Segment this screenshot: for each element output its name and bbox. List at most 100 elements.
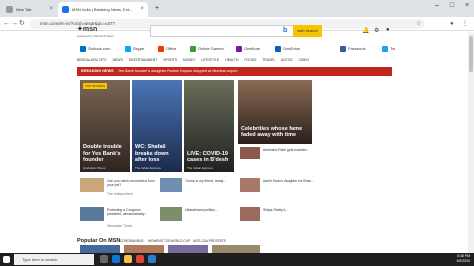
- nav-health[interactable]: HEALTH: [225, 58, 238, 62]
- story-caption: Double trouble for Yes Bank's founder: [83, 144, 122, 163]
- scrollbar-thumb[interactable]: [469, 36, 473, 72]
- popular-tab-t20[interactable]: WOMEN'S T20 WORLD CUP: [148, 239, 190, 243]
- news-thumbnail[interactable]: [240, 207, 260, 221]
- tab-bar: New Tab × MSN India | Breaking News, Ent…: [0, 0, 474, 17]
- taskbar-clock[interactable]: 5:38 PM 3/9/2020: [456, 254, 470, 264]
- news-headline[interactable]: Protecting a Congress president, democra…: [107, 208, 155, 216]
- nav-entertainment[interactable]: ENTERTAINMENT: [129, 58, 158, 62]
- chrome-icon[interactable]: [136, 255, 144, 263]
- edge-icon[interactable]: [112, 255, 120, 263]
- tab-label: New Tab: [16, 7, 32, 12]
- news-headline[interactable]: Uttarakhand politics...: [185, 208, 233, 212]
- quick-link-outlook[interactable]: Outlook.com: [80, 46, 110, 52]
- msn-favicon-icon: [62, 6, 69, 13]
- popular-tab-caa[interactable]: ANTI-CAA PROTESTS: [193, 239, 226, 243]
- profile-icon[interactable]: ●: [450, 18, 454, 30]
- quick-link-facebook[interactable]: Facebook: [340, 46, 366, 52]
- quick-link-skype[interactable]: Skype: [125, 46, 144, 52]
- minimize-button[interactable]: –: [430, 0, 444, 12]
- news-thumbnail[interactable]: [80, 178, 104, 192]
- nav-foods[interactable]: FOODS: [244, 58, 256, 62]
- nav-money[interactable]: MONEY: [183, 58, 195, 62]
- story-caption: Celebrities whose fame faded away with t…: [241, 125, 303, 138]
- quick-link-twitter[interactable]: Tw: [382, 46, 395, 52]
- close-icon[interactable]: ×: [140, 2, 144, 17]
- new-tab-button[interactable]: +: [150, 3, 164, 15]
- facebook-icon: [340, 46, 346, 52]
- quick-link-office[interactable]: Office: [158, 46, 176, 52]
- account-icon[interactable]: ●: [386, 27, 390, 33]
- popular-thumbnail[interactable]: [80, 245, 120, 253]
- close-icon[interactable]: ×: [49, 2, 53, 17]
- news-headline[interactable]: Aamir Khan's daughter Ira Khan...: [263, 179, 315, 183]
- quick-link-onedrive[interactable]: OneDrive: [275, 46, 300, 52]
- msn-logo[interactable]: ✦msn: [77, 25, 97, 33]
- nav-weather[interactable]: BENGALURU 19°C: [77, 58, 107, 62]
- menu-icon[interactable]: ⋮: [462, 18, 468, 30]
- story-card[interactable]: TOP STORIES Double trouble for Yes Bank'…: [80, 80, 130, 172]
- quick-link-onenote[interactable]: OneNote: [236, 46, 260, 52]
- close-window-button[interactable]: ×: [460, 0, 474, 12]
- story-card[interactable]: Celebrities whose fame faded away with t…: [238, 80, 312, 144]
- story-source: Hindustan Times: [83, 166, 106, 170]
- story-source: The Indian Express: [187, 166, 213, 170]
- popular-thumbnail[interactable]: [168, 245, 208, 253]
- news-headline[interactable]: Ameesha Patel gets mashed...: [263, 148, 315, 152]
- nav-sports[interactable]: SPORTS: [163, 58, 177, 62]
- news-thumbnail[interactable]: [80, 207, 104, 221]
- back-icon[interactable]: ←: [3, 18, 10, 30]
- mail-icon[interactable]: [148, 255, 156, 263]
- popular-title: Popular On MSN: [77, 238, 121, 244]
- reload-icon[interactable]: ↻: [19, 18, 25, 30]
- news-thumbnail[interactable]: [160, 178, 182, 192]
- onenote-icon: [236, 46, 242, 52]
- news-thumbnail[interactable]: [240, 178, 260, 192]
- news-thumbnail[interactable]: [160, 207, 182, 221]
- news-thumbnail[interactable]: [240, 147, 260, 159]
- story-caption: LIVE: COVID-19 cases in B'desh: [187, 150, 229, 163]
- popular-thumbnail[interactable]: [124, 245, 164, 253]
- quick-link-online-games[interactable]: Online Games: [190, 46, 224, 52]
- news-headline[interactable]: Trump is my friend, ready...: [185, 179, 233, 183]
- news-headline[interactable]: Can you catch coronavirus from your pet?: [107, 179, 155, 187]
- tab-label: MSN India | Breaking News, Ent...: [72, 7, 133, 12]
- star-icon[interactable]: ☆: [416, 18, 421, 30]
- nav-news[interactable]: NEWS: [113, 58, 123, 62]
- forward-icon[interactable]: →: [11, 18, 18, 30]
- task-view-icon[interactable]: [100, 255, 108, 263]
- settings-icon[interactable]: ⚙: [374, 27, 379, 34]
- tab-msn[interactable]: MSN India | Breaking News, Ent... ×: [58, 2, 148, 17]
- file-explorer-icon[interactable]: [124, 255, 132, 263]
- windows-taskbar: Type here to search 5:38 PM 3/9/2020: [0, 253, 474, 266]
- popular-tab-coronavirus[interactable]: CORONAVIRUS: [120, 239, 144, 243]
- tab-new-tab[interactable]: New Tab ×: [2, 2, 57, 17]
- nav-autos[interactable]: AUTOS: [281, 58, 293, 62]
- games-icon: [190, 46, 196, 52]
- story-card[interactable]: WC: Shafali breaks down after loss The I…: [132, 80, 182, 172]
- taskbar-search-input[interactable]: Type here to search: [14, 254, 94, 265]
- nav-travel[interactable]: TRAVEL: [262, 58, 275, 62]
- office-icon: [158, 46, 164, 52]
- story-card[interactable]: LIVE: COVID-19 cases in B'desh The India…: [184, 80, 234, 172]
- maximize-button[interactable]: □: [445, 0, 459, 12]
- twitter-icon: [382, 46, 388, 52]
- onedrive-icon: [275, 46, 281, 52]
- popular-thumbnail[interactable]: [212, 245, 260, 253]
- nav-lifestyle[interactable]: LIFESTYLE: [201, 58, 219, 62]
- logo-subtitle: powered by Microsoft News: [77, 34, 114, 38]
- skype-icon: [125, 46, 131, 52]
- notification-icon[interactable]: 🔔: [362, 27, 369, 34]
- new-tab-icon: [6, 6, 13, 13]
- breaking-news-text: Yes Bank founder's daughter Roshni Kapoo…: [117, 69, 238, 73]
- breaking-news-bar[interactable]: BREAKING NEWS Yes Bank founder's daughter…: [77, 67, 392, 76]
- news-headline[interactable]: Shilpa Shetty's...: [263, 208, 315, 212]
- windows-start-icon[interactable]: [3, 256, 10, 263]
- page-content: [0, 31, 474, 253]
- nav-video[interactable]: VIDEO: [299, 58, 310, 62]
- story-caption: WC: Shafali breaks down after loss: [135, 144, 169, 163]
- breaking-news-tag: BREAKING NEWS: [81, 69, 114, 73]
- news-source: Hindustan Times: [107, 224, 133, 228]
- web-search-button[interactable]: web search: [293, 25, 322, 37]
- story-source: The Indian Express: [135, 166, 161, 170]
- news-source: The Independent: [107, 192, 133, 196]
